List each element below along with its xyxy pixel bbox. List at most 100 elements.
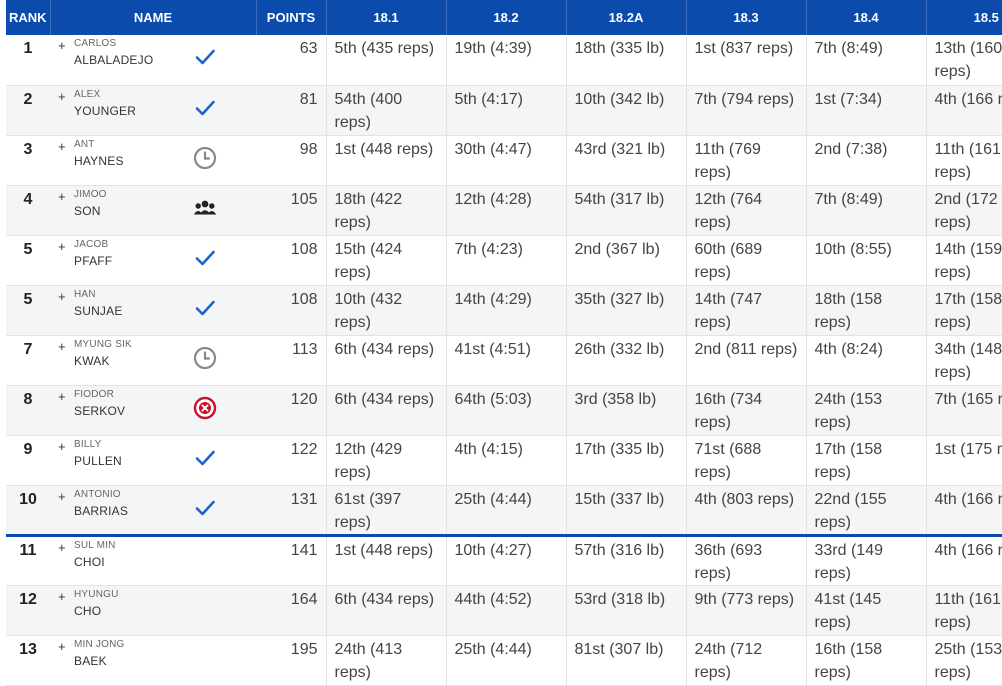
expand-icon[interactable]: +: [58, 289, 66, 304]
event-score-cell: 10th (342 lb): [566, 85, 687, 136]
athlete-last-name[interactable]: CHO: [74, 604, 101, 618]
athlete-first-name[interactable]: JACOB: [74, 239, 108, 250]
athlete-cell[interactable]: + MIN JONG BAEK: [50, 635, 256, 686]
athlete-first-name[interactable]: ALEX: [74, 89, 100, 100]
event-header-18-2a[interactable]: 18.2A: [566, 0, 687, 35]
athlete-first-name[interactable]: JIMOO: [74, 189, 107, 200]
athlete-first-name[interactable]: HYUNGU: [74, 589, 119, 600]
athlete-cell[interactable]: + MYUNG SIK KWAK: [50, 335, 256, 386]
expand-icon[interactable]: +: [58, 439, 66, 454]
event-score-cell: 14th (747 reps): [686, 285, 807, 336]
rank-cell: 8: [6, 385, 50, 436]
expand-icon[interactable]: +: [58, 389, 66, 404]
event-header-18-2[interactable]: 18.2: [446, 0, 567, 35]
athlete-last-name[interactable]: CHOI: [74, 555, 105, 569]
athlete-first-name[interactable]: SUL MIN: [74, 540, 116, 551]
table-row[interactable]: 5 + JACOB PFAFF 108 15th (424 reps) 7th (4:23)…: [6, 235, 1002, 286]
check-icon: [192, 295, 218, 321]
athlete-last-name[interactable]: PFAFF: [74, 254, 112, 268]
event-score-cell: 4th (4:15): [446, 435, 567, 486]
points-cell: 195: [256, 635, 327, 686]
check-icon: [192, 245, 218, 271]
event-score-cell: 41st (145 reps): [806, 585, 927, 636]
athlete-cell[interactable]: + HAN SUNJAE: [50, 285, 256, 336]
table-row[interactable]: 7 + MYUNG SIK KWAK 113 6th (434 reps) 41st (4:…: [6, 335, 1002, 386]
table-row[interactable]: 10 + ANTONIO BARRIAS 131 61st (397 reps) 25th …: [6, 485, 1002, 536]
table-row[interactable]: 12 + HYUNGU CHO 164 6th (434 reps) 44th (4:52)…: [6, 585, 1002, 636]
expand-icon[interactable]: +: [58, 189, 66, 204]
athlete-first-name[interactable]: MYUNG SIK: [74, 339, 132, 350]
name-header[interactable]: NAME: [50, 0, 257, 35]
athlete-last-name[interactable]: SON: [74, 204, 101, 218]
athlete-cell[interactable]: + SUL MIN CHOI: [50, 533, 256, 586]
event-score-cell: 30th (4:47): [446, 135, 567, 186]
expand-icon[interactable]: +: [58, 89, 66, 104]
athlete-cell[interactable]: + CARLOS ALBALADEJO: [50, 35, 256, 86]
event-score-cell: 44th (4:52): [446, 585, 567, 636]
athlete-last-name[interactable]: PULLEN: [74, 454, 122, 468]
athlete-last-name[interactable]: SERKOV: [74, 404, 125, 418]
rank-cell: 2: [6, 85, 50, 136]
event-header-18-5[interactable]: 18.5: [926, 0, 1002, 35]
table-row[interactable]: 11 + SUL MIN CHOI 141 1st (448 reps) 10th (4:2…: [6, 533, 1002, 586]
athlete-cell[interactable]: + ANT HAYNES: [50, 135, 256, 186]
athlete-last-name[interactable]: KWAK: [74, 354, 110, 368]
event-score-cell: 17th (158 reps): [806, 435, 927, 486]
points-cell: 63: [256, 35, 327, 86]
event-score-cell: 18th (158 reps): [806, 285, 927, 336]
table-row[interactable]: 8 + FIODOR SERKOV 120 6th (434 reps) 64th (5:0…: [6, 385, 1002, 436]
athlete-cell[interactable]: + ALEX YOUNGER: [50, 85, 256, 136]
athlete-first-name[interactable]: MIN JONG: [74, 639, 125, 650]
invalid-icon: [192, 395, 218, 421]
table-row[interactable]: 4 + JIMOO SON 105 18th (422 reps) 12th (4:28) 5…: [6, 185, 1002, 236]
event-header-18-4[interactable]: 18.4: [806, 0, 927, 35]
athlete-cell[interactable]: + BILLY PULLEN: [50, 435, 256, 486]
athlete-last-name[interactable]: YOUNGER: [74, 104, 136, 118]
expand-icon[interactable]: +: [58, 339, 66, 354]
athlete-last-name[interactable]: ALBALADEJO: [74, 53, 153, 67]
check-icon: [192, 44, 218, 70]
table-row[interactable]: 13 + MIN JONG BAEK 195 24th (413 reps) 25th (4…: [6, 635, 1002, 686]
expand-icon[interactable]: +: [58, 38, 66, 53]
event-score-cell: 54th (400 reps): [326, 85, 447, 136]
check-icon: [192, 495, 218, 521]
table-row[interactable]: 3 + ANT HAYNES 98 1st (448 reps) 30th (4:47) 43…: [6, 135, 1002, 186]
table-row[interactable]: 1 + CARLOS ALBALADEJO 63 5th (435 reps) 19th (…: [6, 35, 1002, 86]
event-score-cell: 61st (397 reps): [326, 485, 447, 536]
rank-cell: 7: [6, 335, 50, 386]
table-row[interactable]: 9 + BILLY PULLEN 122 12th (429 reps) 4th (4:15…: [6, 435, 1002, 486]
expand-icon[interactable]: +: [58, 239, 66, 254]
table-row[interactable]: 2 + ALEX YOUNGER 81 54th (400 reps) 5th (4:17)…: [6, 85, 1002, 136]
expand-icon[interactable]: +: [58, 589, 66, 604]
athlete-first-name[interactable]: FIODOR: [74, 389, 114, 400]
athlete-first-name[interactable]: BILLY: [74, 439, 102, 450]
athlete-first-name[interactable]: ANT: [74, 139, 95, 150]
rank-header[interactable]: RANK: [6, 0, 51, 35]
event-header-18-1[interactable]: 18.1: [326, 0, 447, 35]
expand-icon[interactable]: +: [58, 489, 66, 504]
athlete-first-name[interactable]: ANTONIO: [74, 489, 121, 500]
athlete-cell[interactable]: + JACOB PFAFF: [50, 235, 256, 286]
athlete-last-name[interactable]: SUNJAE: [74, 304, 123, 318]
athlete-first-name[interactable]: CARLOS: [74, 38, 116, 49]
athlete-cell[interactable]: + FIODOR SERKOV: [50, 385, 256, 436]
event-score-cell: 15th (337 lb): [566, 485, 687, 536]
event-score-cell: 18th (335 lb): [566, 35, 687, 86]
points-header[interactable]: POINTS: [256, 0, 327, 35]
athlete-last-name[interactable]: BARRIAS: [74, 504, 128, 518]
expand-icon[interactable]: +: [58, 139, 66, 154]
athlete-first-name[interactable]: HAN: [74, 289, 96, 300]
table-row[interactable]: 5 + HAN SUNJAE 108 10th (432 reps) 14th (4:29)…: [6, 285, 1002, 336]
points-cell: 131: [256, 485, 327, 536]
rank-cell: 10: [6, 485, 50, 536]
athlete-last-name[interactable]: HAYNES: [74, 154, 124, 168]
athlete-cell[interactable]: + HYUNGU CHO: [50, 585, 256, 636]
event-score-cell: 43rd (321 lb): [566, 135, 687, 186]
event-score-cell: 26th (332 lb): [566, 335, 687, 386]
expand-icon[interactable]: +: [58, 540, 66, 555]
athlete-last-name[interactable]: BAEK: [74, 654, 107, 668]
event-header-18-3[interactable]: 18.3: [686, 0, 807, 35]
athlete-cell[interactable]: + JIMOO SON: [50, 185, 256, 236]
expand-icon[interactable]: +: [58, 639, 66, 654]
athlete-cell[interactable]: + ANTONIO BARRIAS: [50, 485, 256, 536]
